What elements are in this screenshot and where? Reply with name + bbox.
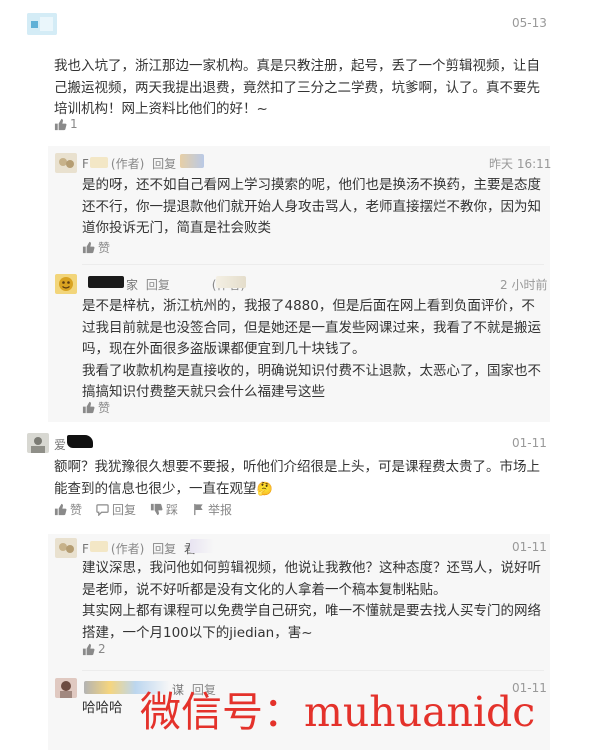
reply-paragraph: 其实网上都有课程可以免费学自己研究，唯一不懂就是要去找人买专门的网络搭建，一个月… — [82, 603, 541, 641]
reply-item: F(作者) 回复 君 01-11 建议深思，我问他如何剪辑视频，他说让我教他？这… — [48, 534, 550, 668]
reply-author-name[interactable]: 家 — [126, 278, 138, 292]
like-button[interactable]: 赞 — [54, 501, 82, 518]
reply-author-name[interactable]: F — [82, 157, 89, 171]
report-button[interactable]: 举报 — [192, 501, 232, 518]
thinking-emoji: 🤔 — [256, 481, 273, 497]
avatar-image-icon — [55, 153, 77, 173]
like-button[interactable]: 2 — [82, 642, 106, 656]
comment-time: 05-13 — [512, 16, 547, 30]
reply-label: 回复 — [112, 503, 137, 517]
like-button[interactable]: 赞 — [82, 239, 110, 256]
reply-bubble-icon — [96, 504, 109, 516]
reply-actions: 赞 — [82, 239, 110, 256]
comment-item: 爱 01-11 额啊？我犹豫很久想要不要报，听他们介绍很是上头，可是课程费太贵了… — [0, 428, 614, 530]
reply-paragraph: 是不是梓杭，浙江杭州的，我报了4880，但是后面在网上看到负面评价，不过我目前就… — [82, 298, 541, 357]
like-button[interactable]: 赞 — [82, 399, 110, 416]
comment-time: 01-11 — [512, 436, 547, 450]
avatar[interactable] — [27, 13, 57, 35]
reply-button[interactable]: 回复 — [96, 501, 136, 518]
reply-text: 是不是梓杭，浙江杭州的，我报了4880，但是后面在网上看到负面评价，不过我目前就… — [82, 296, 542, 404]
redacted-name-mask — [90, 157, 108, 168]
report-label: 举报 — [208, 503, 233, 517]
like-label: 赞 — [98, 241, 111, 255]
author-tag: (作者) — [110, 542, 145, 556]
comment-actions: 1 — [54, 117, 78, 131]
redacted-avatar-mask — [180, 154, 204, 168]
like-count: 1 — [70, 117, 78, 131]
reply-text: 是的呀，还不如自己看网上学习摸索的呢，他们也是换汤不换药，主要是态度还不行，你一… — [82, 177, 541, 236]
comment-text: 额啊？我犹豫很久想要不要报，听他们介绍很是上头，可是课程费太贵了。市场上能查到的… — [54, 457, 548, 500]
reply-item: F (作者) 回复 昨天 16:11 是的呀，还不如自己看网上学习摸索的呢，他们也… — [48, 146, 552, 270]
redacted-name-mask — [67, 435, 93, 448]
report-icon — [194, 503, 203, 516]
comment-item: 05-13 我也入坑了，浙江那边一家机构。真是只教注册，起号，丢了一个剪辑视频，… — [0, 0, 614, 140]
reply-paragraph: 建议深思，我问他如何剪辑视频，他说让我教他？这种态度？还骂人，说好听是老师，说不… — [82, 560, 541, 598]
thumbs-up-icon — [82, 241, 95, 254]
redacted-name-mask — [216, 276, 246, 288]
thumbs-up-icon — [82, 401, 95, 414]
reply-actions: 2 — [82, 642, 106, 656]
author-tag: (作者) — [110, 157, 145, 171]
reply-link[interactable]: 回复 — [152, 542, 176, 556]
avatar-image-icon — [27, 13, 57, 35]
reply-divider — [82, 670, 544, 671]
reply-link[interactable]: 回复 — [146, 278, 170, 292]
reply-divider — [82, 264, 544, 265]
watermark-text: 微信号：muhuanidc — [140, 688, 536, 736]
avatar[interactable] — [55, 538, 77, 558]
comment-time: 2 小时前 — [500, 278, 548, 292]
comment-text-content: 额啊？我犹豫很久想要不要报，听他们介绍很是上头，可是课程费太贵了。市场上能查到的… — [54, 459, 540, 497]
avatar-image-icon — [55, 538, 77, 558]
reply-paragraph: 我看了收款机构是直接收的，明确说知识付费不让退款，太恶心了，国家也不搞搞知识付费… — [82, 362, 541, 401]
avatar[interactable] — [55, 274, 77, 294]
avatar[interactable] — [27, 433, 49, 453]
reply-text: 建议深思，我问他如何剪辑视频，他说让我教他？这种态度？还骂人，说好听是老师，说不… — [82, 558, 544, 644]
reply-author-name[interactable]: F — [82, 542, 89, 556]
avatar-image-icon — [55, 274, 77, 294]
like-label: 赞 — [98, 401, 111, 415]
thumbs-down-icon — [150, 503, 163, 516]
comment-time: 昨天 16:11 — [489, 157, 552, 171]
reply-actions: 赞 — [82, 399, 110, 416]
avatar[interactable] — [55, 153, 77, 173]
avatar-image-icon — [27, 433, 49, 453]
commenter-name[interactable]: 爱 — [54, 436, 66, 453]
redacted-name-mask — [90, 541, 108, 552]
redacted-name-mask — [190, 539, 214, 553]
reply-link[interactable]: 回复 — [152, 157, 176, 171]
like-label: 赞 — [70, 503, 83, 517]
like-button[interactable]: 1 — [54, 117, 78, 131]
dislike-label: 踩 — [166, 503, 179, 517]
comment-actions: 赞 回复 踩 举报 — [54, 501, 232, 518]
comment-text: 我也入坑了，浙江那边一家机构。真是只教注册，起号，丢了一个剪辑视频，让自己搬运视… — [54, 58, 540, 117]
thumbs-up-icon — [54, 118, 67, 130]
thumbs-up-icon — [54, 503, 67, 516]
avatar[interactable] — [55, 678, 77, 698]
comment-time: 01-11 — [512, 540, 547, 554]
dislike-button[interactable]: 踩 — [150, 501, 178, 518]
thumbs-up-icon — [82, 643, 95, 655]
avatar-image-icon — [55, 678, 77, 698]
reply-item: 家 回复 (作者) 2 小时前 是不是梓杭，浙江杭州的，我报了4880，但是后面… — [48, 268, 550, 422]
redacted-name-mask — [88, 276, 124, 288]
like-count: 2 — [98, 642, 106, 656]
comment-thread: 05-13 我也入坑了，浙江那边一家机构。真是只教注册，起号，丢了一个剪辑视频，… — [0, 0, 614, 750]
